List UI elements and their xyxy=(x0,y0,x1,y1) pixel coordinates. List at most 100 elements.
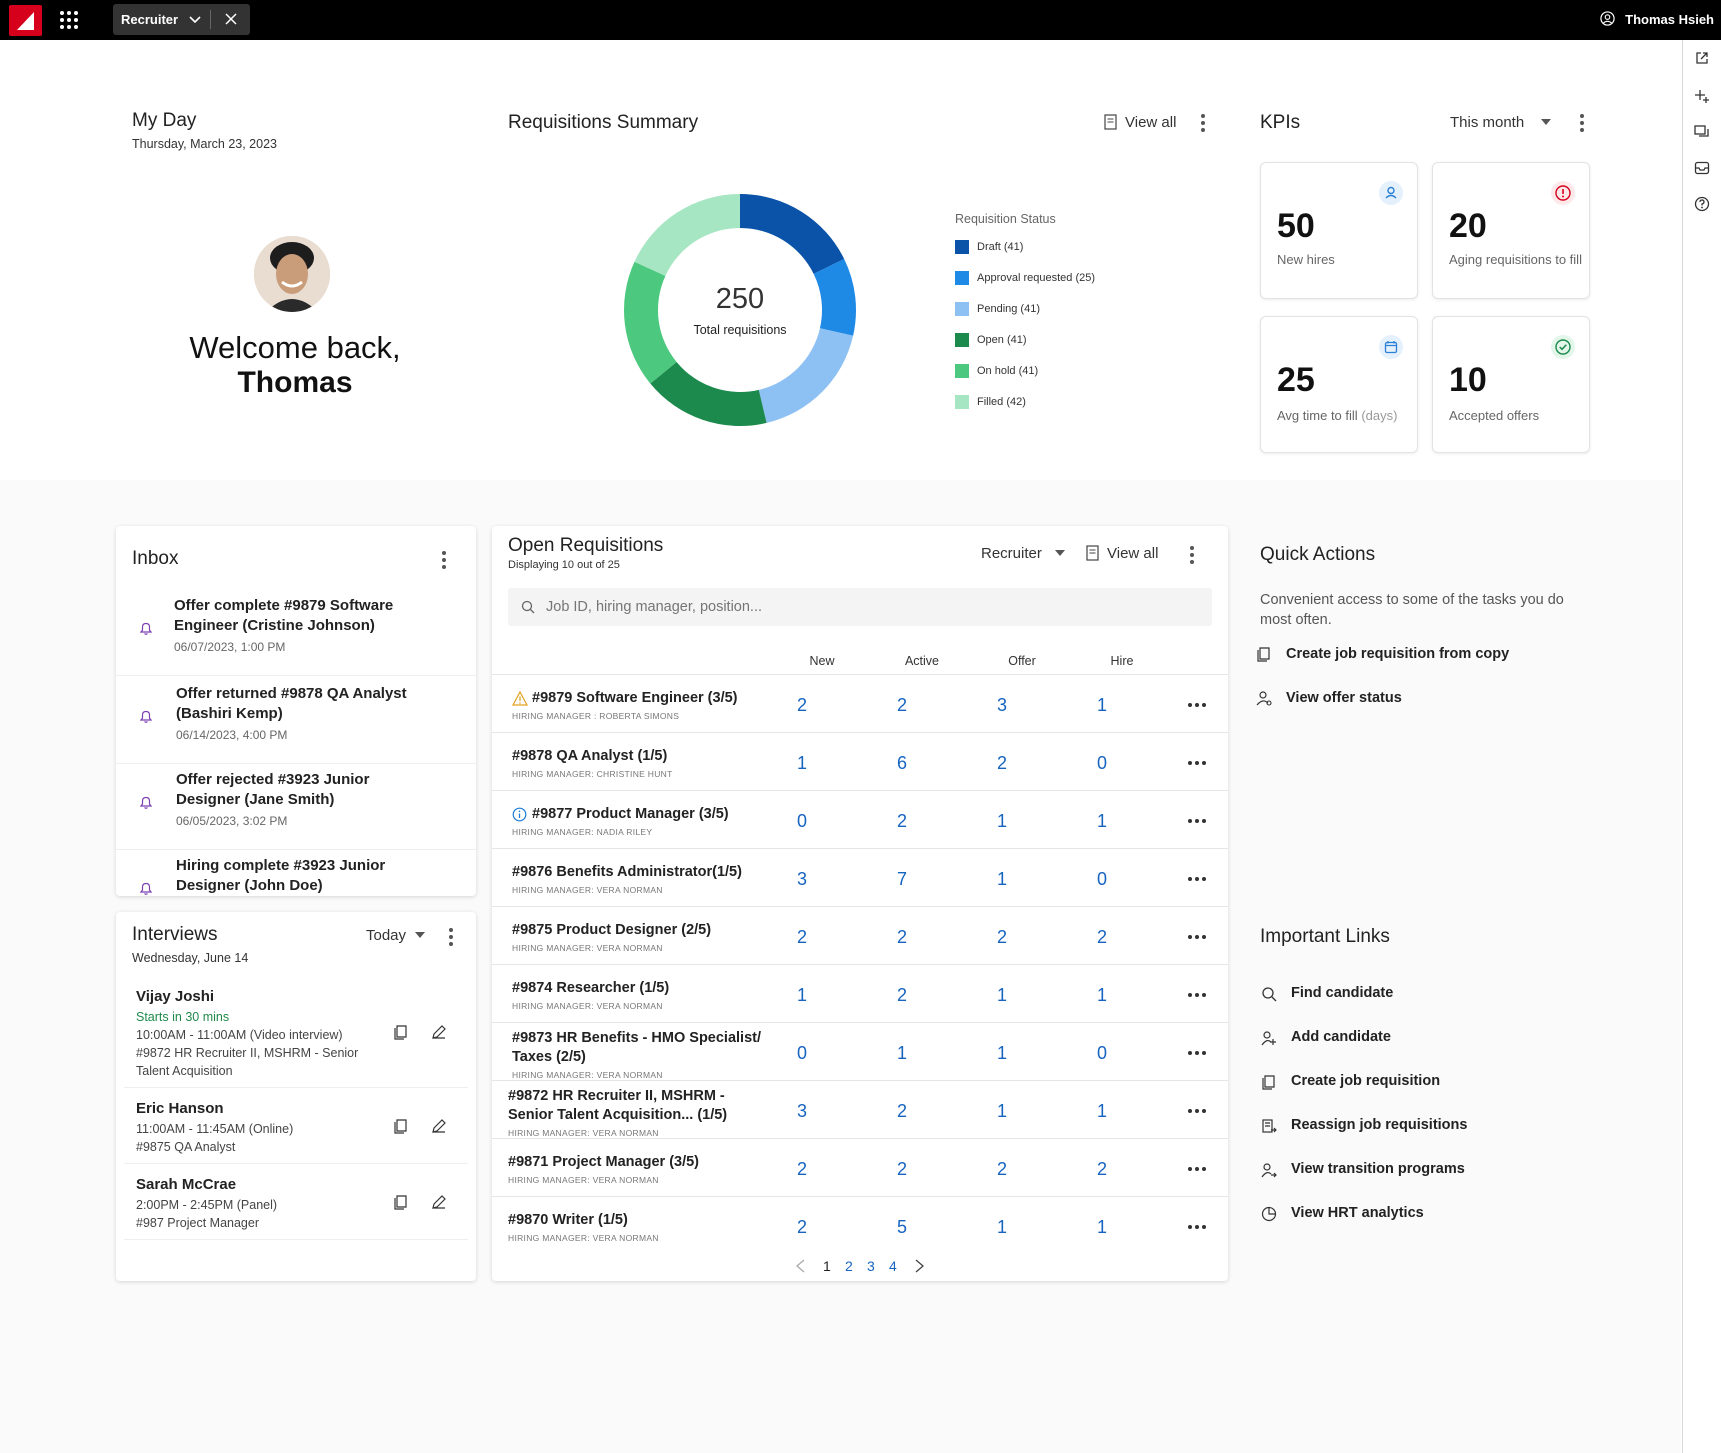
requisition-title[interactable]: #9870 Writer (1/5) xyxy=(508,1211,768,1230)
count-hire[interactable]: 0 xyxy=(1082,1043,1122,1064)
app-tab-recruiter[interactable]: Recruiter xyxy=(113,4,250,35)
count-new[interactable]: 1 xyxy=(782,753,822,774)
requisition-title[interactable]: #9875 Product Designer (2/5) xyxy=(512,921,772,940)
help-icon[interactable] xyxy=(1694,196,1710,212)
requisition-title[interactable]: #9871 Project Manager (3/5) xyxy=(508,1153,768,1172)
count-active[interactable]: 2 xyxy=(882,1101,922,1122)
table-row[interactable]: #9870 Writer (1/5) HIRING MANAGER: VERA N… xyxy=(492,1196,1228,1254)
page-link[interactable]: 3 xyxy=(867,1258,875,1274)
count-hire[interactable]: 1 xyxy=(1082,811,1122,832)
copy-icon[interactable] xyxy=(393,1118,409,1134)
donut-slice[interactable] xyxy=(740,194,845,274)
column-header-hire[interactable]: Hire xyxy=(1092,654,1152,668)
link-create-job-requisition[interactable]: Create job requisition xyxy=(1262,1073,1440,1090)
table-row[interactable]: #9871 Project Manager (3/5) HIRING MANAGE… xyxy=(492,1138,1228,1196)
edit-icon[interactable] xyxy=(431,1194,447,1210)
column-header-new[interactable]: New xyxy=(792,654,852,668)
copy-icon[interactable] xyxy=(393,1194,409,1210)
reqsum-view-all[interactable]: View all xyxy=(1104,114,1176,131)
inbox-item[interactable]: Hiring complete #3923 Junior Designer (J… xyxy=(116,856,476,896)
sparkle-icon[interactable] xyxy=(1694,88,1710,104)
chat-icon[interactable] xyxy=(1694,124,1710,140)
count-new[interactable]: 2 xyxy=(782,927,822,948)
link-reassign-job-requisitions[interactable]: Reassign job requisitions xyxy=(1262,1117,1467,1133)
count-active[interactable]: 1 xyxy=(882,1043,922,1064)
count-offer[interactable]: 3 xyxy=(982,695,1022,716)
count-active[interactable]: 2 xyxy=(882,1159,922,1180)
close-icon[interactable] xyxy=(225,13,237,25)
openreq-more-icon[interactable] xyxy=(1190,546,1194,567)
requisition-title[interactable]: #9878 QA Analyst (1/5) xyxy=(512,747,772,766)
kpis-more-icon[interactable] xyxy=(1580,114,1584,135)
edit-icon[interactable] xyxy=(431,1118,447,1134)
table-row[interactable]: #9876 Benefits Administrator(1/5) HIRING … xyxy=(492,848,1228,906)
count-hire[interactable]: 1 xyxy=(1082,1217,1122,1238)
quick-action-view-offer-status[interactable]: View offer status xyxy=(1256,690,1402,706)
count-active[interactable]: 5 xyxy=(882,1217,922,1238)
count-new[interactable]: 1 xyxy=(782,985,822,1006)
page-link[interactable]: 2 xyxy=(845,1258,853,1274)
donut-slice[interactable] xyxy=(634,194,740,276)
kpi-card-aging-requisitions[interactable]: 20 Aging requisitions to fill xyxy=(1432,162,1590,299)
kpi-period-select[interactable]: This month xyxy=(1450,114,1551,131)
table-row[interactable]: #9875 Product Designer (2/5) HIRING MANAG… xyxy=(492,906,1228,964)
interviews-filter-select[interactable]: Today xyxy=(366,927,425,944)
donut-slice[interactable] xyxy=(650,361,767,426)
row-more-icon[interactable] xyxy=(1188,935,1206,939)
prev-page-icon[interactable] xyxy=(795,1259,805,1273)
requisition-title[interactable]: #9877 Product Manager (3/5) xyxy=(512,805,772,824)
count-active[interactable]: 2 xyxy=(882,985,922,1006)
kpi-card-avg-time-to-fill[interactable]: 25 Avg time to fill (days) xyxy=(1260,316,1418,453)
row-more-icon[interactable] xyxy=(1188,703,1206,707)
reqsum-more-icon[interactable] xyxy=(1201,114,1205,135)
edit-icon[interactable] xyxy=(431,1024,447,1040)
count-new[interactable]: 2 xyxy=(782,1217,822,1238)
count-offer[interactable]: 2 xyxy=(982,927,1022,948)
count-active[interactable]: 6 xyxy=(882,753,922,774)
table-row[interactable]: #9872 HR Recruiter II, MSHRM - Senior Ta… xyxy=(492,1080,1228,1138)
count-offer[interactable]: 1 xyxy=(982,1217,1022,1238)
user-menu[interactable]: Thomas Hsieh xyxy=(1600,11,1714,27)
count-new[interactable]: 3 xyxy=(782,1101,822,1122)
count-hire[interactable]: 0 xyxy=(1082,753,1122,774)
external-link-icon[interactable] xyxy=(1694,50,1710,66)
page-link[interactable]: 1 xyxy=(823,1258,831,1274)
link-find-candidate[interactable]: Find candidate xyxy=(1262,985,1393,1002)
table-row[interactable]: #9877 Product Manager (3/5) HIRING MANAGE… xyxy=(492,790,1228,848)
count-offer[interactable]: 2 xyxy=(982,1159,1022,1180)
link-view-hrt-analytics[interactable]: View HRT analytics xyxy=(1261,1205,1424,1222)
table-row[interactable]: #9879 Software Engineer (3/5) HIRING MANA… xyxy=(492,674,1228,732)
page-link[interactable]: 4 xyxy=(889,1258,897,1274)
count-new[interactable]: 0 xyxy=(782,1043,822,1064)
app-launcher-icon[interactable] xyxy=(60,11,78,29)
openreq-search[interactable] xyxy=(508,588,1212,626)
row-more-icon[interactable] xyxy=(1188,993,1206,997)
count-hire[interactable]: 1 xyxy=(1082,1101,1122,1122)
count-offer[interactable]: 1 xyxy=(982,1101,1022,1122)
count-hire[interactable]: 1 xyxy=(1082,985,1122,1006)
count-offer[interactable]: 1 xyxy=(982,811,1022,832)
openreq-filter-select[interactable]: Recruiter xyxy=(981,545,1065,562)
quick-action-create-from-copy[interactable]: Create job requisition from copy xyxy=(1257,646,1509,662)
link-view-transition-programs[interactable]: View transition programs xyxy=(1261,1161,1465,1178)
inbox-item[interactable]: Offer complete #9879 Software Engineer (… xyxy=(116,596,476,676)
count-active[interactable]: 2 xyxy=(882,811,922,832)
requisition-title[interactable]: #9876 Benefits Administrator(1/5) xyxy=(512,863,772,882)
count-new[interactable]: 0 xyxy=(782,811,822,832)
interviews-more-icon[interactable] xyxy=(449,928,453,949)
count-offer[interactable]: 1 xyxy=(982,1043,1022,1064)
brand-logo[interactable] xyxy=(9,5,42,36)
count-active[interactable]: 7 xyxy=(882,869,922,890)
column-header-offer[interactable]: Offer xyxy=(992,654,1052,668)
table-row[interactable]: #9873 HR Benefits - HMO Specialist/ Taxe… xyxy=(492,1022,1228,1080)
openreq-view-all[interactable]: View all xyxy=(1086,545,1158,562)
row-more-icon[interactable] xyxy=(1188,1109,1206,1113)
requisition-title[interactable]: #9879 Software Engineer (3/5) xyxy=(512,689,772,708)
count-hire[interactable]: 2 xyxy=(1082,927,1122,948)
table-row[interactable]: #9874 Researcher (1/5) HIRING MANAGER: VE… xyxy=(492,964,1228,1022)
link-add-candidate[interactable]: Add candidate xyxy=(1261,1029,1391,1046)
count-new[interactable]: 3 xyxy=(782,869,822,890)
kpi-card-accepted-offers[interactable]: 10 Accepted offers xyxy=(1432,316,1590,453)
next-page-icon[interactable] xyxy=(915,1259,925,1273)
count-hire[interactable]: 0 xyxy=(1082,869,1122,890)
